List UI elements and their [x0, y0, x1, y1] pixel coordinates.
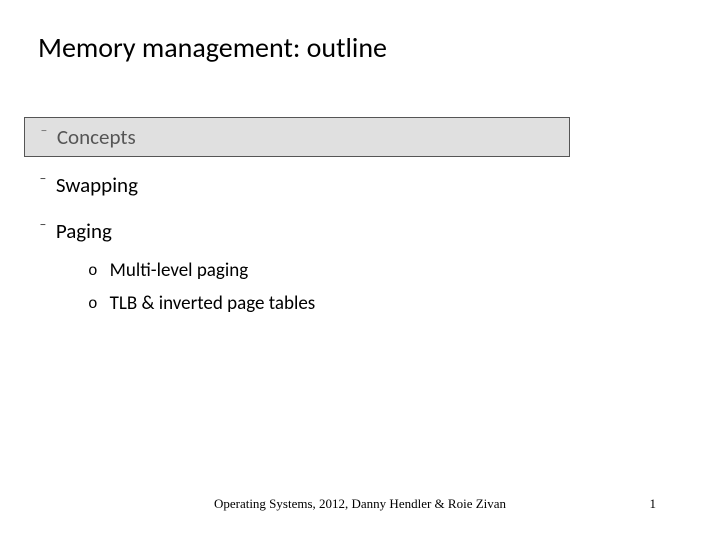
footer-text: Operating Systems, 2012, Danny Hendler &… [0, 496, 720, 512]
outline-item-paging: − Paging [24, 213, 720, 249]
outline-item-concepts: − Concepts [24, 117, 570, 157]
outline-subitem-tlb: o TLB & inverted page tables [88, 292, 720, 315]
outline-item-swapping: − Swapping [24, 167, 720, 203]
outline-list: − Concepts − Swapping − Paging o Multi-l… [24, 117, 720, 315]
bullet-icon: − [41, 126, 47, 137]
outline-item-label: Paging [56, 218, 112, 244]
outline-item-label: Swapping [56, 172, 138, 198]
slide-title: Memory management: outline [38, 30, 720, 65]
outline-subitem-multilevel: o Multi-level paging [88, 259, 720, 282]
outline-sublist: o Multi-level paging o TLB & inverted pa… [88, 259, 720, 315]
outline-subitem-label: Multi-level paging [110, 259, 249, 282]
sub-bullet-icon: o [88, 295, 98, 313]
outline-item-label: Concepts [57, 124, 136, 150]
sub-bullet-icon: o [88, 262, 98, 280]
page-number: 1 [650, 496, 657, 512]
outline-subitem-label: TLB & inverted page tables [110, 292, 316, 315]
bullet-icon: − [40, 220, 46, 231]
slide: Memory management: outline − Concepts − … [0, 0, 720, 540]
bullet-icon: − [40, 174, 46, 185]
